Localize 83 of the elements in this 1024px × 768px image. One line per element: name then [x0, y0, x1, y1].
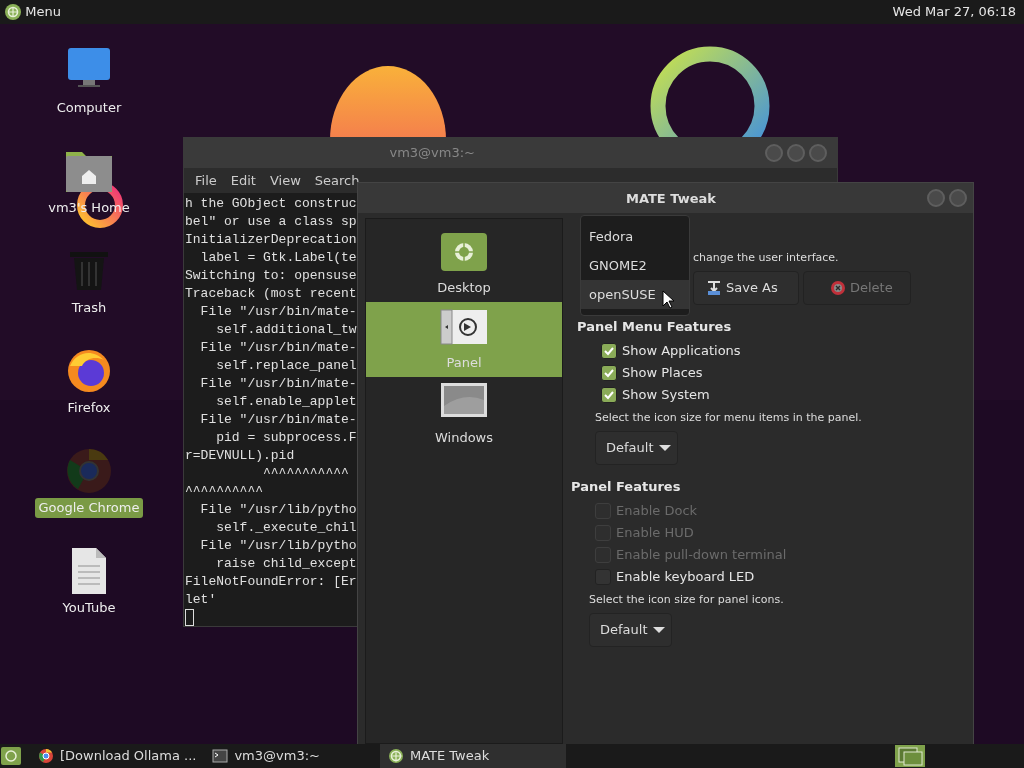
- checkbox[interactable]: [601, 365, 617, 381]
- check-icon: [603, 345, 615, 357]
- terminal-line: File "/usr/lib/pytho: [199, 501, 357, 519]
- taskbar-button[interactable]: vm3@vm3:~: [204, 744, 328, 768]
- window-title: vm3@vm3:~: [389, 144, 475, 163]
- settings-app-icon: [387, 748, 404, 764]
- dropdown-button[interactable]: Default: [589, 612, 672, 647]
- terminal-line: File "/usr/bin/mate-: [199, 411, 357, 429]
- section-heading: Panel Features: [571, 477, 682, 496]
- checkbox-option[interactable]: Show System: [601, 384, 963, 406]
- window-button[interactable]: [809, 144, 827, 162]
- checkbox[interactable]: [601, 387, 617, 403]
- menu-item[interactable]: openSUSE: [581, 280, 689, 309]
- terminal-line: Traceback (most recent: [185, 285, 357, 303]
- icon-label[interactable]: YouTube: [58, 598, 120, 618]
- checkbox-option[interactable]: Show Places: [601, 362, 963, 384]
- terminal-line: r=DEVNULL).pid: [185, 447, 295, 465]
- menu-item[interactable]: Edit: [223, 170, 263, 191]
- terminal-line: let': [185, 591, 217, 609]
- terminal-line: self.additional_tw: [215, 321, 357, 339]
- terminal-line: label = Gtk.Label(te: [199, 249, 357, 267]
- text-cursor: [185, 609, 194, 626]
- icon-label[interactable]: Computer: [52, 98, 126, 118]
- checkbox-option: Enable Dock: [595, 500, 963, 522]
- save-button[interactable]: Save As: [693, 270, 799, 305]
- terminal-line: raise child_except: [215, 555, 357, 573]
- caret-icon: [652, 625, 665, 634]
- checkbox-option: Enable HUD: [595, 522, 963, 544]
- window-title: MATE Tweak: [626, 190, 716, 208]
- terminal-line: File "/usr/bin/mate-: [199, 339, 357, 357]
- terminal-line: pid = subprocess.F: [215, 429, 357, 447]
- menu-logo-icon: [4, 3, 22, 21]
- terminal-line: bel" or use a class sp: [185, 213, 357, 231]
- taskbar-button[interactable]: [Download Ollama ...: [30, 744, 205, 768]
- terminal-line: ^^^^^^^^^^: [185, 483, 263, 501]
- window-button[interactable]: [927, 189, 945, 207]
- terminal-line: self.replace_panel: [215, 357, 357, 375]
- browser-icon: [38, 748, 54, 764]
- menu-logo-icon[interactable]: [0, 746, 22, 766]
- hint-text: Select the icon size for panel icons.: [589, 592, 785, 608]
- check-icon: [603, 367, 615, 379]
- terminal-line: Switching to: opensuse: [185, 267, 357, 285]
- menu-item[interactable]: Fedora: [581, 222, 689, 251]
- checkbox-option[interactable]: Enable keyboard LED: [595, 566, 963, 588]
- taskbar-button[interactable]: MATE Tweak: [379, 744, 566, 768]
- save-icon: [706, 279, 722, 296]
- window-button[interactable]: [949, 189, 967, 207]
- panel-icon: [440, 306, 488, 347]
- terminal-line: self.enable_applet: [215, 393, 357, 411]
- terminal-line: File "/usr/lib/pytho: [199, 537, 357, 555]
- check-icon: [603, 389, 615, 401]
- terminal-icon: [212, 748, 229, 764]
- mouse-pointer-icon: [662, 290, 675, 309]
- window-button[interactable]: [787, 144, 805, 162]
- clock: Wed Mar 27, 06:18: [892, 3, 1016, 22]
- checkbox[interactable]: [601, 343, 617, 359]
- terminal-line: self._execute_chil: [215, 519, 357, 537]
- menu-item[interactable]: View: [262, 170, 308, 191]
- terminal-line: File "/usr/bin/mate-: [199, 303, 357, 321]
- workspace-icon[interactable]: [895, 745, 925, 767]
- hint-text: Select the icon size for menu items in the panel.: [595, 410, 863, 426]
- terminal-line: FileNotFoundError: [Er: [185, 573, 357, 591]
- desktop-icon: [440, 231, 488, 272]
- menu-item[interactable]: GNOME2: [581, 251, 689, 280]
- caret-icon: [658, 443, 671, 452]
- checkbox-option[interactable]: Show Applications: [601, 340, 963, 362]
- menu-item[interactable]: File: [188, 170, 224, 191]
- dropdown-button[interactable]: Default: [595, 430, 678, 465]
- icon-label[interactable]: Firefox: [63, 398, 115, 418]
- menu-button[interactable]: Menu: [4, 2, 61, 22]
- hint-text: change the user interface.: [693, 250, 840, 266]
- delete-icon: [830, 279, 846, 296]
- menu-item[interactable]: Search: [307, 170, 367, 191]
- sidebar-item[interactable]: Windows: [366, 377, 562, 452]
- checkbox-option: Enable pull-down terminal: [595, 544, 963, 566]
- sidebar-item[interactable]: Desktop: [366, 227, 562, 302]
- terminal-line: InitializerDeprecation: [185, 231, 357, 249]
- icon-label[interactable]: Trash: [67, 298, 111, 318]
- terminal-line: File "/usr/bin/mate-: [199, 375, 357, 393]
- terminal-line: h the GObject construc: [185, 195, 357, 213]
- terminal-line: ^^^^^^^^^^^: [262, 465, 349, 483]
- section-heading: Panel Menu Features: [577, 317, 733, 336]
- window-button[interactable]: [765, 144, 783, 162]
